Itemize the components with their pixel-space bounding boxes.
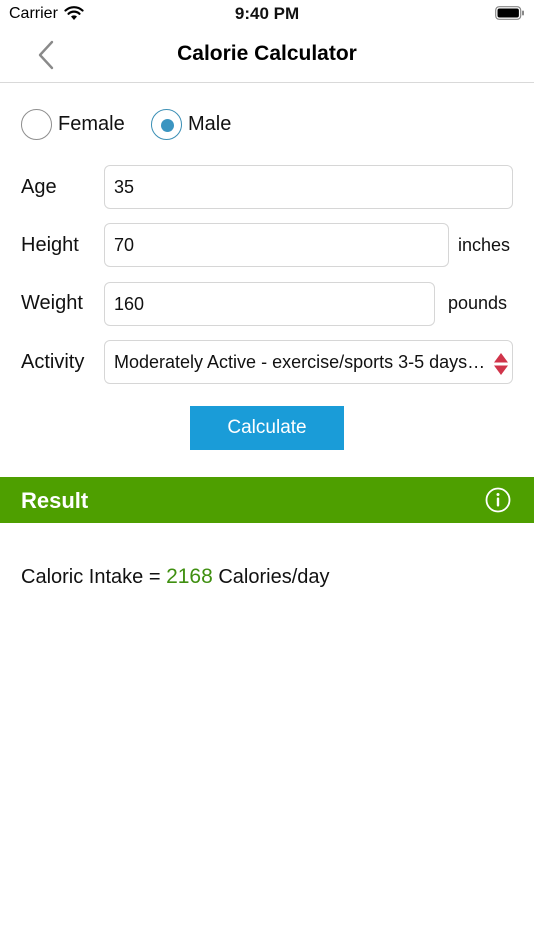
battery-icon [495, 6, 524, 20]
height-input[interactable] [104, 223, 449, 267]
result-title: Result [21, 488, 89, 513]
weight-unit-label: pounds [448, 293, 508, 313]
result-header: Result [0, 477, 534, 523]
male-radio[interactable] [151, 108, 182, 140]
female-radio[interactable] [21, 108, 52, 140]
activity-label: Activity [21, 351, 85, 373]
activity-selected-value: Moderately Active - exercise/sports 3-5 … [114, 352, 486, 372]
female-label: Female [58, 112, 125, 135]
activity-select[interactable]: Moderately Active - exercise/sports 3-5 … [104, 340, 513, 384]
result-suffix: Calories/day [212, 566, 330, 588]
age-input[interactable] [104, 165, 513, 209]
up-down-arrows-icon [494, 353, 508, 375]
height-label: Height [21, 234, 79, 256]
gender-option-male[interactable]: Male [151, 104, 231, 144]
age-label: Age [21, 176, 57, 198]
gender-option-female[interactable]: Female [21, 104, 125, 144]
weight-input[interactable] [104, 282, 435, 326]
status-time: 9:40 PM [234, 4, 300, 23]
page-title: Calorie Calculator [177, 42, 357, 65]
male-label: Male [188, 112, 232, 135]
result-value: 2168 [166, 565, 213, 588]
navigation-bar: Calorie Calculator [0, 28, 534, 83]
status-bar: Carrier 9:40 PM [0, 0, 534, 28]
weight-label: Weight [21, 292, 83, 314]
gender-radio-group: Female Male [0, 104, 534, 144]
info-icon[interactable] [485, 487, 511, 513]
result-prefix: Caloric Intake = [21, 566, 167, 588]
height-unit-label: inches [458, 235, 511, 255]
caloric-intake-result: Caloric Intake = 2168 Calories/day [21, 565, 330, 589]
calculate-button[interactable]: Calculate [190, 406, 344, 450]
